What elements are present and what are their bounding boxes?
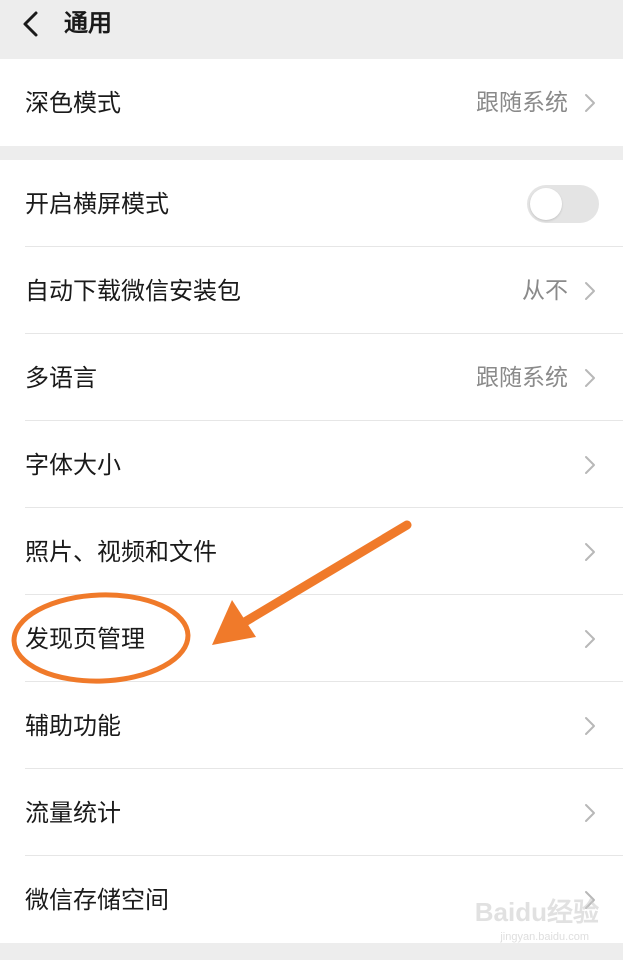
navigation-bar: 通用 <box>0 0 623 58</box>
chevron-right-icon <box>585 93 595 112</box>
settings-group-general: 开启横屏模式 自动下载微信安装包 从不 多语言 跟随系统 字体大小 照片、视频和… <box>0 160 623 943</box>
row-label: 开启横屏模式 <box>25 189 169 218</box>
row-font-size[interactable]: 字体大小 <box>0 421 623 508</box>
row-dark-mode[interactable]: 深色模式 跟随系统 <box>0 59 623 146</box>
row-discover-management[interactable]: 发现页管理 <box>0 595 623 682</box>
chevron-right-icon <box>585 542 595 561</box>
toggle-knob <box>530 187 562 220</box>
row-language[interactable]: 多语言 跟随系统 <box>0 334 623 421</box>
row-landscape-mode[interactable]: 开启横屏模式 <box>0 160 623 247</box>
chevron-right-icon <box>585 629 595 648</box>
row-label: 发现页管理 <box>25 624 145 653</box>
chevron-right-icon <box>585 803 595 822</box>
row-label: 字体大小 <box>25 450 121 479</box>
chevron-right-icon <box>585 716 595 735</box>
settings-group-display: 深色模式 跟随系统 <box>0 59 623 146</box>
baidu-watermark: Baidu经验 <box>474 897 599 927</box>
row-label: 多语言 <box>25 363 97 392</box>
row-label: 流量统计 <box>25 798 121 827</box>
row-label: 自动下载微信安装包 <box>25 276 241 305</box>
chevron-right-icon <box>585 281 595 300</box>
row-value: 跟随系统 <box>476 364 568 391</box>
row-accessibility[interactable]: 辅助功能 <box>0 682 623 769</box>
row-value: 跟随系统 <box>476 89 568 116</box>
chevron-right-icon <box>585 368 595 387</box>
row-label: 深色模式 <box>25 88 121 117</box>
row-photos-videos-files[interactable]: 照片、视频和文件 <box>0 508 623 595</box>
row-value: 从不 <box>522 277 568 304</box>
settings-general-page: 通用 深色模式 跟随系统 开启横屏模式 自动下载微信安装包 从不 多语言 跟随系… <box>0 0 623 960</box>
row-label: 照片、视频和文件 <box>25 537 217 566</box>
row-label: 微信存储空间 <box>25 885 169 914</box>
row-data-usage[interactable]: 流量统计 <box>0 769 623 856</box>
page-title: 通用 <box>64 9 112 37</box>
chevron-left-icon[interactable] <box>18 9 44 39</box>
row-label: 辅助功能 <box>25 711 121 740</box>
chevron-right-icon <box>585 455 595 474</box>
landscape-mode-toggle[interactable] <box>527 184 599 223</box>
row-auto-download-installer[interactable]: 自动下载微信安装包 从不 <box>0 247 623 334</box>
baidu-watermark-url: jingyan.baidu.com <box>500 931 589 943</box>
